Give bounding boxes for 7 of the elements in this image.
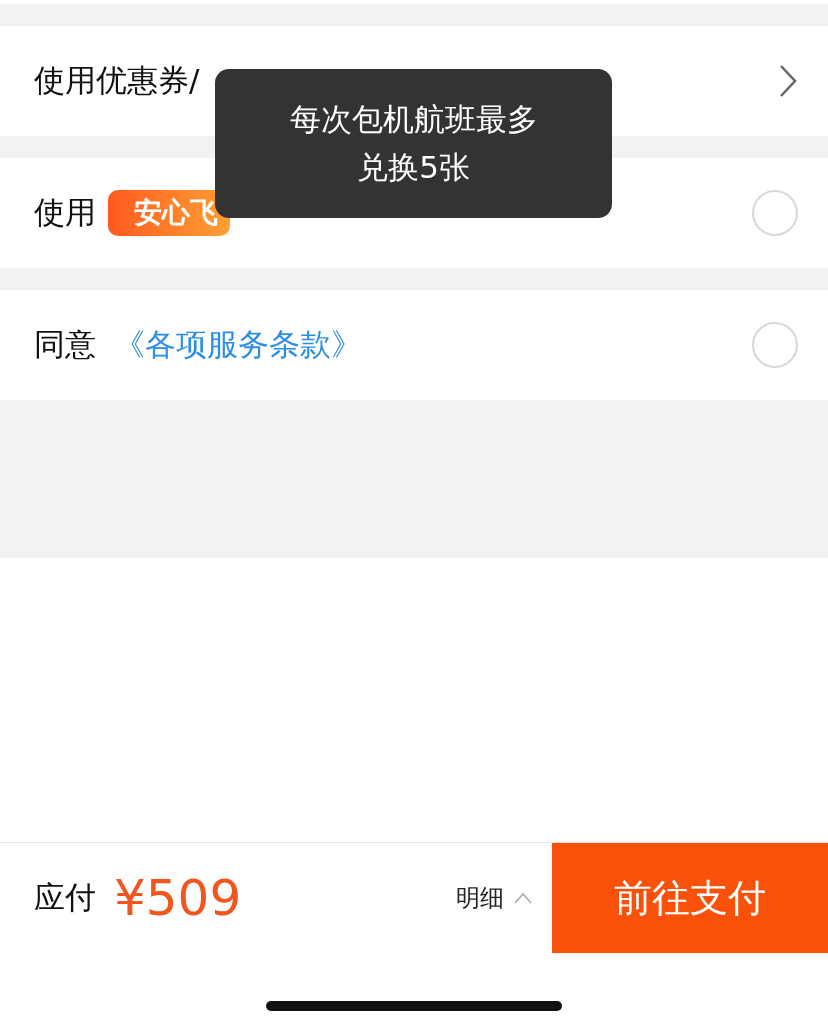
row-label: 使用优惠券/ <box>34 61 200 100</box>
amount-label: 应付 <box>34 878 96 917</box>
info-toast: 每次包机航班最多兑换5张 <box>215 69 612 218</box>
brand-badge: 安心飞 <box>108 190 230 236</box>
row-label: 同意 <box>34 325 96 364</box>
row-label: 使用 <box>34 193 96 232</box>
price: ¥509 <box>114 869 242 927</box>
